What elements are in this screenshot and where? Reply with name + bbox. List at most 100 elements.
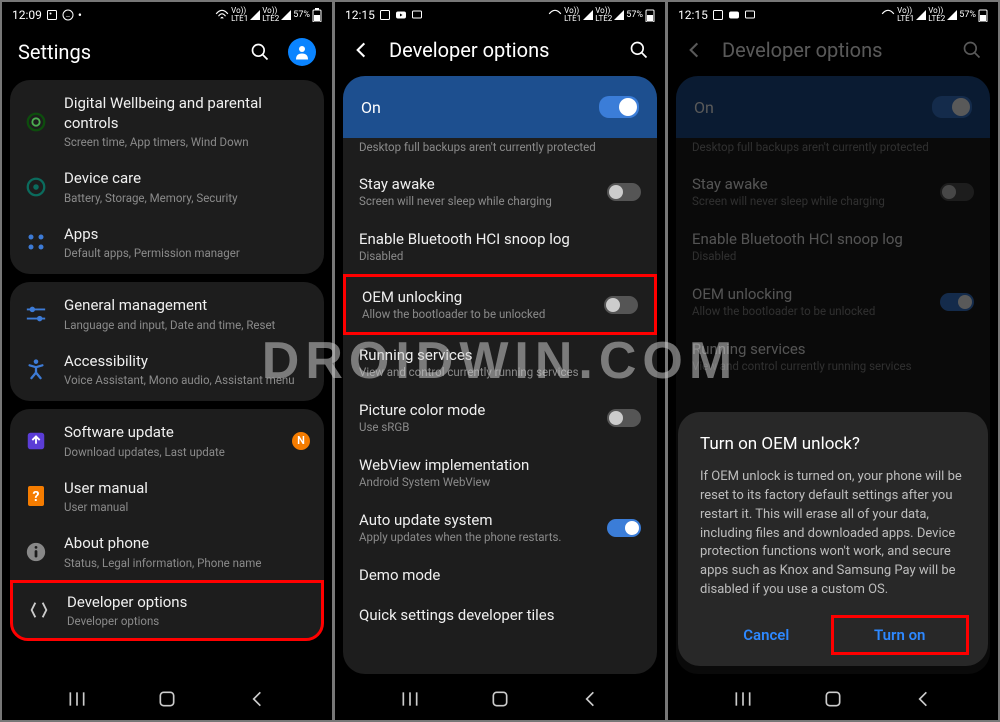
recents-button[interactable] bbox=[733, 689, 753, 709]
back-icon bbox=[684, 40, 704, 60]
back-button[interactable] bbox=[247, 689, 267, 709]
nav-bar bbox=[2, 678, 332, 720]
battery-pct: 57% bbox=[293, 10, 310, 20]
wellbeing-icon bbox=[25, 111, 47, 133]
toggle-oem-unlock bbox=[940, 293, 974, 311]
row-running-services[interactable]: Running servicesView and control current… bbox=[343, 335, 657, 390]
update-badge: N bbox=[292, 432, 310, 450]
master-toggle-row[interactable]: On bbox=[343, 76, 657, 138]
clock: 12:09 bbox=[12, 8, 42, 22]
back-icon[interactable] bbox=[351, 40, 371, 60]
youtube-icon bbox=[728, 9, 740, 21]
battery-icon bbox=[645, 8, 655, 22]
header: Developer options bbox=[335, 28, 665, 72]
battery-pct: 57% bbox=[959, 10, 976, 20]
search-icon[interactable] bbox=[250, 42, 270, 62]
row-bt-snoop[interactable]: Enable Bluetooth HCI snoop logDisabled bbox=[343, 219, 657, 274]
update-icon bbox=[25, 430, 47, 452]
signal-icon bbox=[281, 10, 291, 20]
toggle-oem-unlock[interactable] bbox=[604, 296, 638, 314]
oem-unlock-dialog-screen: 12:15 Vo))LTE1 Vo))LTE2 57% Developer op… bbox=[668, 2, 998, 720]
page-title: Settings bbox=[18, 40, 232, 64]
master-toggle[interactable] bbox=[599, 96, 639, 118]
row-webview[interactable]: WebView implementationAndroid System Web… bbox=[343, 445, 657, 500]
signal-icon bbox=[250, 10, 260, 20]
clock: 12:15 bbox=[345, 8, 375, 22]
page-title: Developer options bbox=[389, 38, 611, 62]
wifi-icon bbox=[215, 9, 229, 21]
row-auto-update[interactable]: Auto update systemApply updates when the… bbox=[343, 500, 657, 555]
battery-icon bbox=[978, 8, 988, 22]
dialog-body: If OEM unlock is turned on, your phone w… bbox=[700, 468, 966, 600]
row-backup-cut: Desktop full backups aren't currently pr… bbox=[343, 140, 657, 164]
item-general-management[interactable]: General managementLanguage and input, Da… bbox=[10, 286, 324, 342]
status-bar: 12:15 Vo))LTE1 Vo))LTE2 57% bbox=[668, 2, 998, 28]
gallery-icon bbox=[46, 9, 58, 21]
row-demo-mode[interactable]: Demo mode bbox=[343, 555, 657, 595]
manual-icon: ? bbox=[26, 485, 46, 507]
row-quick-settings-tiles[interactable]: Quick settings developer tiles bbox=[343, 595, 657, 635]
youtube-icon bbox=[395, 9, 407, 21]
item-device-care[interactable]: Device careBattery, Storage, Memory, Sec… bbox=[10, 159, 324, 215]
master-toggle-row: On bbox=[676, 76, 990, 138]
back-button[interactable] bbox=[913, 689, 933, 709]
header: Settings bbox=[2, 28, 332, 76]
toggle-stay-awake bbox=[940, 183, 974, 201]
home-button[interactable] bbox=[157, 689, 177, 709]
nav-bar bbox=[668, 678, 998, 720]
wifi-icon bbox=[548, 9, 562, 21]
item-digital-wellbeing[interactable]: Digital Wellbeing and parental controlsS… bbox=[10, 84, 324, 159]
svg-text:?: ? bbox=[33, 489, 40, 505]
item-about-phone[interactable]: About phoneStatus, Legal information, Ph… bbox=[10, 524, 324, 580]
dev-options-list: Desktop full backups aren't currently pr… bbox=[343, 138, 657, 674]
row-stay-awake: Stay awakeScreen will never sleep while … bbox=[676, 164, 990, 219]
recents-button[interactable] bbox=[67, 689, 87, 709]
settings-group: Digital Wellbeing and parental controlsS… bbox=[10, 80, 324, 274]
recents-button[interactable] bbox=[400, 689, 420, 709]
row-stay-awake[interactable]: Stay awakeScreen will never sleep while … bbox=[343, 164, 657, 219]
home-button[interactable] bbox=[823, 689, 843, 709]
developer-options-screen: 12:15 Vo))LTE1 Vo))LTE2 57% Developer op… bbox=[335, 2, 665, 720]
home-button[interactable] bbox=[490, 689, 510, 709]
profile-avatar[interactable] bbox=[288, 38, 316, 66]
whatsapp-icon bbox=[62, 9, 74, 21]
info-icon bbox=[25, 541, 47, 563]
back-button[interactable] bbox=[580, 689, 600, 709]
wifi-icon bbox=[881, 9, 895, 21]
item-developer-options[interactable]: Developer optionsDeveloper options bbox=[10, 580, 324, 642]
settings-group: Software updateDownload updates, Last up… bbox=[10, 409, 324, 641]
more-icon: • bbox=[78, 8, 82, 22]
search-icon bbox=[962, 40, 982, 60]
toggle-picture-color[interactable] bbox=[607, 409, 641, 427]
signal-icon bbox=[947, 10, 957, 20]
item-accessibility[interactable]: AccessibilityVoice Assistant, Mono audio… bbox=[10, 342, 324, 398]
item-apps[interactable]: AppsDefault apps, Permission manager bbox=[10, 215, 324, 271]
signal-icon bbox=[916, 10, 926, 20]
settings-group: General managementLanguage and input, Da… bbox=[10, 282, 324, 401]
header: Developer options bbox=[668, 28, 998, 72]
turn-on-button[interactable]: Turn on bbox=[831, 615, 970, 655]
row-oem-unlocking[interactable]: OEM unlockingAllow the bootloader to be … bbox=[343, 274, 657, 335]
toggle-stay-awake[interactable] bbox=[607, 183, 641, 201]
gallery-icon bbox=[379, 9, 391, 21]
battery-icon bbox=[312, 8, 322, 22]
cancel-button[interactable]: Cancel bbox=[700, 618, 833, 652]
clock: 12:15 bbox=[678, 8, 708, 22]
status-right: Vo))LTE1 Vo))LTE2 57% bbox=[881, 7, 988, 23]
dev-icon bbox=[28, 599, 50, 621]
cast-icon bbox=[744, 9, 756, 21]
settings-screen: 12:09 • Vo))LTE1 Vo))LTE2 57% Settings D… bbox=[2, 2, 332, 720]
item-user-manual[interactable]: ? User manualUser manual bbox=[10, 469, 324, 525]
sliders-icon bbox=[25, 304, 47, 324]
status-bar: 12:15 Vo))LTE1 Vo))LTE2 57% bbox=[335, 2, 665, 28]
toggle-auto-update[interactable] bbox=[607, 519, 641, 537]
search-icon[interactable] bbox=[629, 40, 649, 60]
row-picture-color[interactable]: Picture color modeUse sRGB bbox=[343, 390, 657, 445]
item-software-update[interactable]: Software updateDownload updates, Last up… bbox=[10, 413, 324, 469]
cast-icon bbox=[411, 9, 423, 21]
devicecare-icon bbox=[25, 176, 47, 198]
gallery-icon bbox=[712, 9, 724, 21]
accessibility-icon bbox=[25, 358, 47, 380]
master-toggle bbox=[932, 96, 972, 118]
on-label: On bbox=[361, 98, 381, 117]
